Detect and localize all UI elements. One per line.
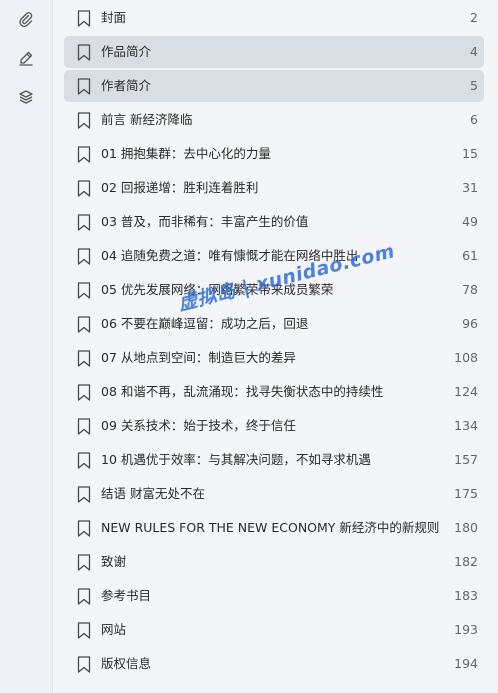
toc-item-title: 结语 财富无处不在 <box>101 486 205 501</box>
toc-item-title: 06 不要在巅峰逗留：成功之后，回退 <box>101 316 309 331</box>
toc-item-page: 2 <box>470 10 478 25</box>
toc-item-page: 134 <box>454 418 478 433</box>
toc-item-title: 10 机遇优于效率：与其解决问题，不如寻求机遇 <box>101 452 371 467</box>
toc-item-title: 03 普及，而非稀有：丰富产生的价值 <box>101 214 309 229</box>
toc-item-page: 15 <box>462 146 478 161</box>
bookmark-icon[interactable] <box>77 248 91 265</box>
toc-item-title: 08 和谐不再，乱流涌现：找寻失衡状态中的持续性 <box>101 384 384 399</box>
toc-item[interactable]: 致谢 182 <box>64 546 484 578</box>
toc-item-title: 版权信息 <box>101 656 152 671</box>
bookmark-icon[interactable] <box>77 112 91 129</box>
toc-item[interactable]: 版权信息 194 <box>64 648 484 680</box>
bookmark-icon[interactable] <box>77 180 91 197</box>
toc-item-page: 4 <box>470 44 478 59</box>
toc-item-title: 作品简介 <box>101 44 152 59</box>
bookmark-icon[interactable] <box>77 10 91 27</box>
bookmark-icon[interactable] <box>77 554 91 571</box>
bookmark-icon[interactable] <box>77 520 91 537</box>
bookmark-icon[interactable] <box>77 656 91 673</box>
toc-item-page: 61 <box>462 248 478 263</box>
toc-item[interactable]: 10 机遇优于效率：与其解决问题，不如寻求机遇 157 <box>64 444 484 476</box>
toc-item[interactable]: 作品简介 4 <box>64 36 484 68</box>
toc-item[interactable]: 参考书目 183 <box>64 580 484 612</box>
bookmark-icon[interactable] <box>77 282 91 299</box>
toc-item-page: 31 <box>462 180 478 195</box>
toc-item-title: 04 追随免费之道：唯有慷慨才能在网络中胜出 <box>101 248 359 263</box>
toc-item-title: NEW RULES FOR THE NEW ECONOMY 新经济中的新规则 <box>101 520 440 535</box>
toc-item-title: 02 回报递增：胜利连着胜利 <box>101 180 259 195</box>
sidebar-rail <box>0 0 53 693</box>
toc-item[interactable]: 作者简介 5 <box>64 70 484 102</box>
toc-item-page: 49 <box>462 214 478 229</box>
bookmark-icon[interactable] <box>77 622 91 639</box>
toc-item[interactable]: 09 关系技术：始于技术，终于信任 134 <box>64 410 484 442</box>
toc-item-title: 网站 <box>101 622 127 637</box>
toc-item-page: 5 <box>470 78 478 93</box>
bookmark-icon[interactable] <box>77 78 91 95</box>
toc-item-page: 180 <box>454 520 478 535</box>
toc-item[interactable]: NEW RULES FOR THE NEW ECONOMY 新经济中的新规则 18… <box>64 512 484 544</box>
pen-icon[interactable] <box>13 45 39 71</box>
toc-item[interactable]: 前言 新经济降临 6 <box>64 104 484 136</box>
toc-item-title: 参考书目 <box>101 588 152 603</box>
toc-item-title: 前言 新经济降临 <box>101 112 193 127</box>
toc-item[interactable]: 封面 2 <box>64 2 484 34</box>
toc-item-title: 09 关系技术：始于技术，终于信任 <box>101 418 296 433</box>
toc-item[interactable]: 结语 财富无处不在 175 <box>64 478 484 510</box>
layers-icon[interactable] <box>13 84 39 110</box>
toc-item-page: 175 <box>454 486 478 501</box>
toc-item-page: 124 <box>454 384 478 399</box>
toc-item-title: 作者简介 <box>101 78 152 93</box>
toc-item-page: 182 <box>454 554 478 569</box>
toc-item[interactable]: 02 回报递增：胜利连着胜利 31 <box>64 172 484 204</box>
toc-item-page: 108 <box>454 350 478 365</box>
paperclip-icon[interactable] <box>13 6 39 32</box>
toc-item-page: 96 <box>462 316 478 331</box>
toc-item-title: 07 从地点到空间：制造巨大的差异 <box>101 350 296 365</box>
bookmark-icon[interactable] <box>77 44 91 61</box>
toc-item[interactable]: 01 拥抱集群：去中心化的力量 15 <box>64 138 484 170</box>
toc-item-title: 封面 <box>101 10 127 25</box>
bookmark-icon[interactable] <box>77 588 91 605</box>
toc-item[interactable]: 07 从地点到空间：制造巨大的差异 108 <box>64 342 484 374</box>
bookmark-icon[interactable] <box>77 418 91 435</box>
toc-item-title: 致谢 <box>101 554 127 569</box>
bookmark-icon[interactable] <box>77 486 91 503</box>
toc-item-title: 05 优先发展网络：网络繁荣带来成员繁荣 <box>101 282 334 297</box>
toc-item-page: 78 <box>462 282 478 297</box>
toc-item[interactable]: 04 追随免费之道：唯有慷慨才能在网络中胜出 61 <box>64 240 484 272</box>
toc-item-page: 157 <box>454 452 478 467</box>
bookmark-icon[interactable] <box>77 214 91 231</box>
toc-item[interactable]: 08 和谐不再，乱流涌现：找寻失衡状态中的持续性 124 <box>64 376 484 408</box>
bookmark-icon[interactable] <box>77 384 91 401</box>
bookmark-icon[interactable] <box>77 350 91 367</box>
toc-item-page: 183 <box>454 588 478 603</box>
bookmark-icon[interactable] <box>77 316 91 333</box>
toc-item-page: 193 <box>454 622 478 637</box>
bookmark-icon[interactable] <box>77 452 91 469</box>
bookmark-icon[interactable] <box>77 146 91 163</box>
toc-item[interactable]: 网站 193 <box>64 614 484 646</box>
toc-item-page: 194 <box>454 656 478 671</box>
toc-item-page: 6 <box>470 112 478 127</box>
toc-list: 封面 2 作品简介 4 作者简介 5 前言 新经济降临 6 01 拥抱集群：去中心化的力量 15 0… <box>64 0 486 693</box>
toc-item[interactable]: 03 普及，而非稀有：丰富产生的价值 49 <box>64 206 484 238</box>
toc-item[interactable]: 06 不要在巅峰逗留：成功之后，回退 96 <box>64 308 484 340</box>
toc-item[interactable]: 05 优先发展网络：网络繁荣带来成员繁荣 78 <box>64 274 484 306</box>
toc-item-title: 01 拥抱集群：去中心化的力量 <box>101 146 271 161</box>
